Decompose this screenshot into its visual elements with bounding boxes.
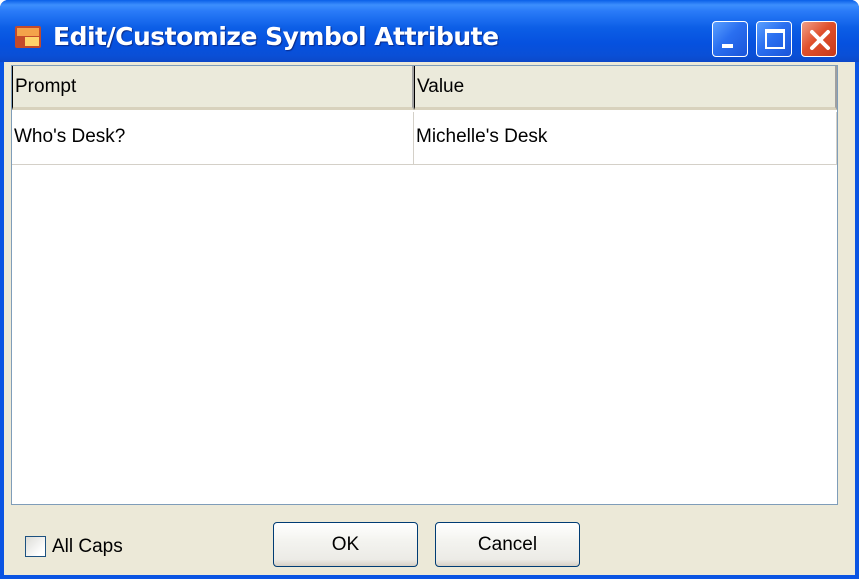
window-title: Edit/Customize Symbol Attribute — [53, 22, 499, 51]
cancel-button[interactable]: Cancel — [435, 522, 580, 567]
maximize-button[interactable] — [756, 21, 792, 57]
grid-header: Prompt Value — [12, 66, 837, 112]
column-header-prompt[interactable]: Prompt — [12, 66, 414, 110]
prompt-cell: Who's Desk? — [12, 112, 414, 165]
close-icon — [810, 30, 830, 50]
dialog-window: Edit/Customize Symbol Attribute Prompt V… — [0, 0, 859, 579]
all-caps-label[interactable]: All Caps — [52, 536, 123, 558]
title-bar[interactable]: Edit/Customize Symbol Attribute — [0, 0, 859, 62]
value-cell[interactable]: Michelle's Desk — [414, 112, 837, 165]
minimize-button[interactable] — [712, 21, 748, 57]
dialog-client-area: Prompt Value Who's Desk? Michelle's Desk… — [4, 62, 855, 575]
maximize-icon — [765, 29, 785, 49]
table-row[interactable]: Who's Desk? Michelle's Desk — [12, 112, 837, 165]
ok-button[interactable]: OK — [273, 522, 418, 567]
app-icon — [15, 26, 41, 48]
close-button[interactable] — [801, 21, 837, 57]
all-caps-checkbox[interactable] — [25, 536, 46, 557]
column-header-value[interactable]: Value — [414, 66, 837, 110]
attribute-grid[interactable]: Prompt Value Who's Desk? Michelle's Desk — [11, 65, 838, 505]
minimize-icon — [722, 44, 733, 48]
